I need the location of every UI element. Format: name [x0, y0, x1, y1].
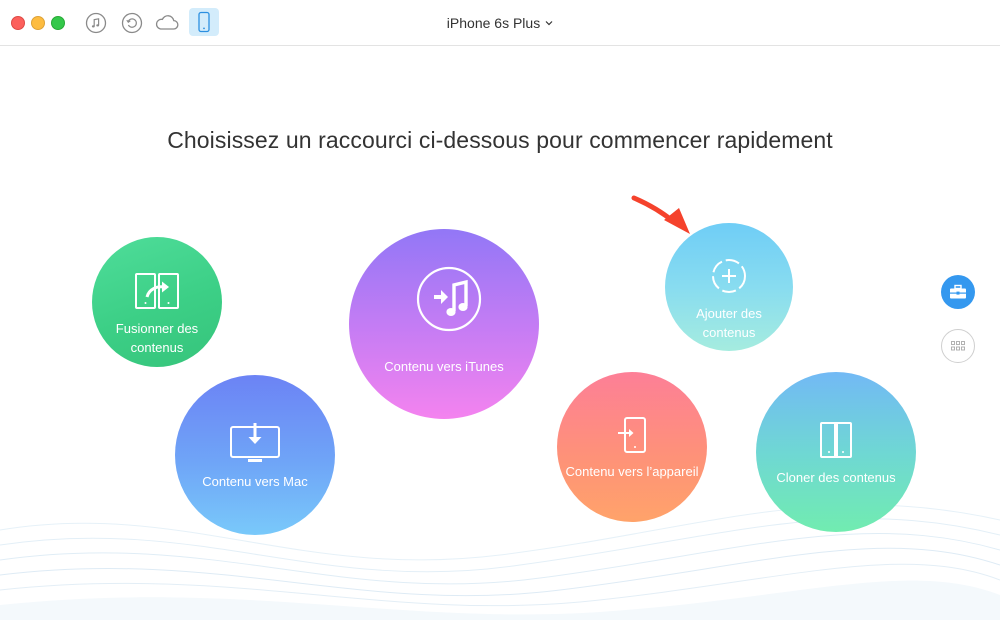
phone-icon: [198, 11, 210, 33]
shortcut-appareil-label: Contenu vers l’appareil: [565, 464, 699, 479]
grid-icon: [951, 341, 965, 351]
grid-view-button[interactable]: [941, 329, 975, 363]
shortcut-fusion-button[interactable]: Fusionner des contenus: [92, 237, 222, 367]
minimize-window-button[interactable]: [31, 16, 45, 30]
shortcut-cloner-button[interactable]: Cloner des contenus: [756, 372, 916, 532]
shortcut-ajouter-button[interactable]: Ajouter des contenus: [665, 223, 793, 351]
toolbox-icon: [950, 284, 966, 299]
shortcut-mac-label: Contenu vers Mac: [202, 474, 308, 489]
shortcut-fusion-label: Fusionner des contenus: [115, 321, 199, 355]
clone-devices-icon: [820, 422, 852, 458]
shortcut-itunes-button[interactable]: Contenu vers iTunes: [349, 229, 539, 419]
device-selector[interactable]: iPhone 6s Plus: [447, 15, 553, 31]
app-window: iPhone 6s Plus Choisissez un raccourci c…: [0, 0, 1000, 620]
monitor-download-icon: [230, 423, 280, 462]
page-headline: Choisissez un raccourci ci-dessous pour …: [167, 127, 833, 153]
shortcut-cloner-label: Cloner des contenus: [776, 470, 896, 485]
restore-icon: [121, 12, 143, 34]
toolbar-cloud-button[interactable]: [154, 10, 180, 36]
shortcut-ajouter-label: Ajouter des contenus: [696, 306, 762, 340]
merge-devices-icon: [135, 273, 179, 309]
toolbar-restore-button[interactable]: [119, 10, 145, 36]
music-note-icon: [85, 12, 107, 34]
highlight-arrow: [631, 195, 690, 234]
chevron-down-icon: [545, 20, 553, 25]
shortcut-mac-button[interactable]: Contenu vers Mac: [175, 375, 335, 535]
toolbar-music-button[interactable]: [83, 10, 109, 36]
zoom-window-button[interactable]: [51, 16, 65, 30]
phone-import-icon: [618, 417, 646, 453]
cloud-icon: [155, 15, 179, 30]
device-name: iPhone 6s Plus: [446, 14, 541, 31]
toolbox-button[interactable]: [941, 275, 975, 309]
toolbar-device-button[interactable]: [189, 8, 219, 36]
shortcut-appareil-button[interactable]: Contenu vers l’appareil: [557, 372, 707, 522]
add-circle-icon: [712, 259, 746, 293]
close-window-button[interactable]: [11, 16, 25, 30]
itunes-icon: [416, 266, 482, 332]
shortcut-itunes-label: Contenu vers iTunes: [384, 359, 504, 374]
